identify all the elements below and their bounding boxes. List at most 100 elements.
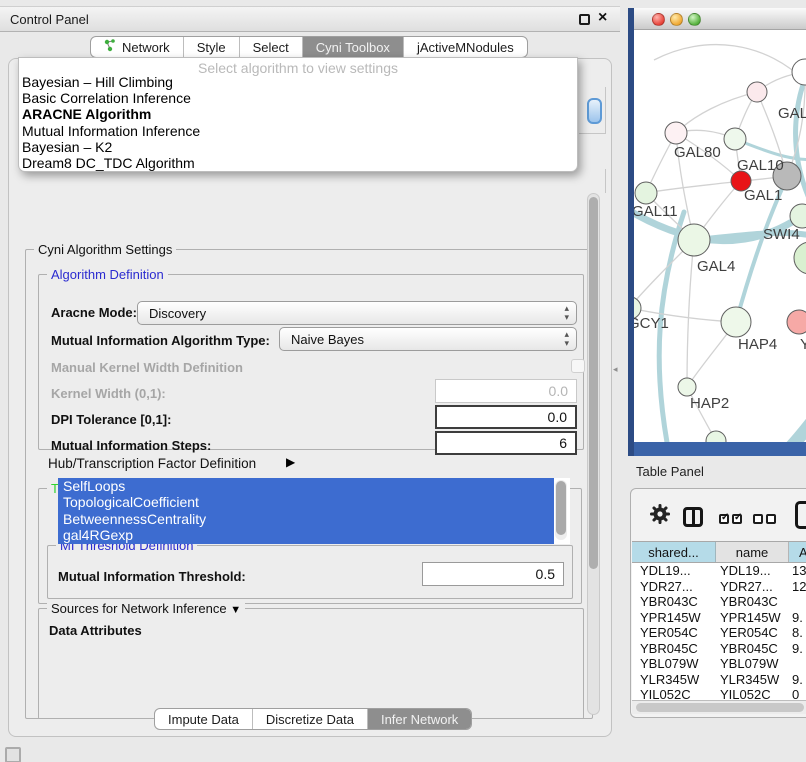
dropdown-item[interactable]: Bayesian – K2 (19, 139, 577, 155)
table-horizontal-thumb[interactable] (636, 703, 804, 712)
node[interactable] (794, 242, 806, 274)
minimized-window-icon[interactable] (5, 747, 21, 762)
list-item[interactable]: BetweennessCentrality (58, 511, 554, 527)
kernel-width-value: 0.0 (549, 383, 568, 399)
column-header-partial[interactable]: A (789, 542, 806, 562)
node-hap4[interactable] (721, 307, 751, 337)
table-panel: shared... name A YDL19...YDL19...13 YDR2… (630, 488, 806, 718)
tab-style[interactable]: Style (183, 37, 239, 57)
dropdown-item[interactable]: Basic Correlation Inference (19, 90, 577, 106)
tab-discretize-data[interactable]: Discretize Data (252, 709, 367, 729)
dpi-tolerance-label: DPI Tolerance [0,1]: (51, 412, 171, 427)
hub-definition-label[interactable]: Hub/Transcription Factor Definition (48, 456, 256, 471)
table-header-row: shared... name A (632, 541, 806, 563)
sources-group-title: Sources for Network Inference ▼ (47, 601, 245, 616)
node-gal11[interactable] (635, 182, 657, 204)
cyni-bottom-tabs: Impute Data Discretize Data Infer Networ… (154, 708, 472, 730)
table-row[interactable]: YLR345WYLR345W9. (632, 672, 806, 688)
node-label: GAL10 (737, 157, 784, 174)
column-header-shared-name[interactable]: shared... (632, 542, 716, 562)
data-attributes-list[interactable]: SelfLoops TopologicalCoefficient Between… (58, 478, 570, 544)
mi-steps-field[interactable]: 6 (435, 431, 577, 455)
close-icon[interactable]: × (598, 9, 607, 27)
dpi-tolerance-field[interactable]: 0.0 (435, 405, 577, 429)
tab-network-label: Network (122, 40, 170, 55)
float-window-icon[interactable] (579, 14, 590, 25)
node-label: GAL80 (674, 144, 721, 161)
settings-vertical-scrollbar[interactable] (587, 193, 600, 715)
dropdown-item[interactable]: Bayesian – Hill Climbing (19, 74, 577, 90)
control-panel-titlebar: Control Panel × (0, 6, 620, 32)
aracne-mode-combo[interactable]: Discovery ▴▾ (137, 301, 577, 325)
table-horizontal-scrollbar[interactable] (632, 700, 806, 714)
tab-infer-network[interactable]: Infer Network (367, 709, 471, 729)
tab-cyni-toolbox[interactable]: Cyni Toolbox (302, 37, 403, 57)
column-header-name[interactable]: name (716, 542, 789, 562)
selected-checkboxes-icon[interactable] (719, 511, 745, 529)
tab-select-label: Select (253, 40, 289, 55)
table-row[interactable]: YBR045CYBR045C9. (632, 641, 806, 657)
settings-group-title: Cyni Algorithm Settings (34, 242, 176, 257)
gear-icon[interactable] (649, 503, 671, 530)
node-label: GCY1 (634, 315, 669, 332)
unselected-checkboxes-icon[interactable] (753, 511, 779, 529)
node[interactable] (792, 59, 806, 85)
settings-vertical-thumb[interactable] (589, 197, 598, 569)
kernel-width-field[interactable]: 0.0 (435, 379, 577, 403)
tab-network[interactable]: Network (91, 37, 183, 57)
node-hap2[interactable] (678, 378, 696, 396)
list-item[interactable]: gal4RGexp (58, 527, 554, 543)
table-row[interactable]: YBL079WYBL079W (632, 656, 806, 672)
tab-select[interactable]: Select (239, 37, 302, 57)
node-label: GAL4 (697, 258, 735, 275)
node[interactable] (787, 310, 806, 334)
table-row[interactable]: YDR27...YDR27...12 (632, 579, 806, 595)
node-gal4[interactable] (678, 224, 710, 256)
edge[interactable] (746, 394, 806, 442)
edge[interactable] (687, 240, 694, 387)
edge[interactable] (676, 92, 757, 133)
list-item[interactable]: SelfLoops (58, 478, 554, 494)
node-gal10[interactable] (724, 128, 746, 150)
dropdown-item[interactable]: Mutual Information Inference (19, 123, 577, 139)
network-canvas[interactable]: GAL GAL80 GAL10 GAL1 GAL11 SWI4 GAL4 GCY… (634, 30, 806, 442)
node-label: HAP4 (738, 336, 777, 353)
mi-threshold-field[interactable]: 0.5 (422, 562, 564, 586)
edge[interactable] (654, 45, 806, 85)
list-scrollbar[interactable] (555, 480, 567, 540)
expand-right-icon[interactable]: ▶ (286, 455, 295, 469)
edge[interactable] (646, 181, 741, 193)
screen: Control Panel × Network Style Select Cyn… (0, 0, 806, 762)
zoom-traffic-light-icon[interactable] (688, 13, 701, 26)
network-tree-icon (104, 39, 116, 55)
dropdown-item-highlighted[interactable]: ARACNE Algorithm (19, 106, 577, 122)
tab-jactivemnodules-label: jActiveMNodules (417, 40, 514, 55)
node-gal80[interactable] (665, 122, 687, 144)
dropdown-item[interactable]: Dream8 DC_TDC Algorithm (19, 155, 577, 171)
mi-type-value: Naive Bayes (291, 332, 364, 347)
list-item[interactable]: TopologicalCoefficient (58, 494, 554, 510)
aracne-mode-value: Discovery (149, 306, 206, 321)
minimize-traffic-light-icon[interactable] (670, 13, 683, 26)
new-table-icon[interactable] (795, 501, 806, 529)
table-row[interactable]: YDL19...YDL19...13 (632, 563, 806, 579)
network-window-titlebar[interactable] (634, 8, 806, 30)
tab-impute-data[interactable]: Impute Data (155, 709, 252, 729)
algorithm-definition-group: Algorithm Definition Aracne Mode: Discov… (38, 274, 584, 450)
table-row[interactable]: YBR043CYBR043C (632, 594, 806, 610)
node[interactable] (747, 82, 767, 102)
mi-type-combo[interactable]: Naive Bayes ▴▾ (279, 327, 577, 351)
table-row[interactable]: YER054CYER054C8. (632, 625, 806, 641)
dropdown-placeholder: Select algorithm to view settings (19, 58, 577, 74)
mi-steps-label: Mutual Information Steps: (51, 438, 211, 453)
close-traffic-light-icon[interactable] (652, 13, 665, 26)
node[interactable] (706, 431, 726, 442)
table-row[interactable]: YPR145WYPR145W9. (632, 610, 806, 626)
tab-jactivemnodules[interactable]: jActiveMNodules (403, 37, 527, 57)
collapse-down-icon[interactable]: ▼ (230, 604, 241, 616)
manual-kernel-checkbox[interactable] (571, 359, 585, 373)
mi-steps-value: 6 (559, 435, 567, 451)
panel-divider-arrow-icon[interactable]: ◂ (613, 364, 618, 375)
list-scrollbar-thumb[interactable] (556, 481, 566, 535)
column-layout-icon[interactable] (683, 507, 703, 527)
